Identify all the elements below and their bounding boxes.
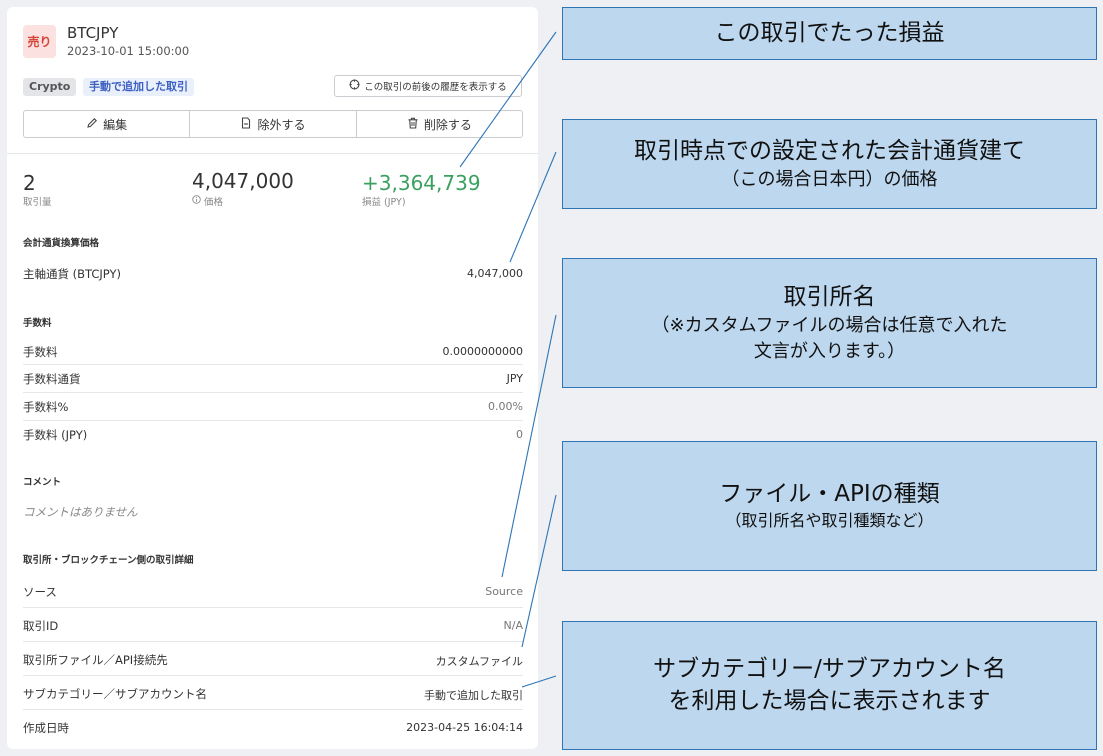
pencil-icon [86,117,98,132]
callout-profit: この取引でたった損益 [562,7,1097,60]
trash-icon [407,117,419,132]
divider [7,153,538,154]
callout-subcategory-line2: を利用した場合に表示されます [668,687,991,714]
callout-converted-price-line1: 取引時点での設定された会計通貨建て [634,137,1025,164]
row-divider [23,420,523,421]
history-icon [349,79,360,93]
edit-button[interactable]: 編集 [24,111,191,137]
quantity-label: 取引量 [23,197,52,208]
row-divider [23,607,523,608]
tag-crypto: Crypto [23,78,77,96]
row-label-subcategory: サブカテゴリー／サブアカウント名 [23,687,207,701]
trade-detail-panel: 売り BTCJPY 2023-10-01 15:00:00 Crypto 手動で… [7,7,538,749]
callout-exchange-name-line3: 文言が入ります。） [753,340,906,362]
row-label-fee-jpy: 手数料 (JPY) [23,428,88,442]
row-label-fee-percent: 手数料% [23,400,69,414]
row-value-fee-jpy: 0 [516,428,523,441]
section-title-exchange-details: 取引所・ブロックチェーン側の取引詳細 [23,555,194,566]
row-value-trade-id: N/A [503,619,523,632]
price-label: 価格 [204,197,224,208]
row-label-fee-currency: 手数料通貨 [23,372,81,386]
callout-subcategory: サブカテゴリー/サブアカウント名 を利用した場合に表示されます [562,621,1097,750]
delete-button[interactable]: 削除する [357,111,522,137]
exclude-label: 除外する [257,117,306,132]
callout-file-api-type-line2: （取引所名や取引種類など） [725,511,934,531]
row-label-fee: 手数料 [23,345,58,359]
callout-exchange-name: 取引所名 （※カスタムファイルの場合は任意で入れた 文言が入ります。） [562,258,1097,388]
info-icon[interactable] [192,195,201,207]
callout-converted-price: 取引時点での設定された会計通貨建て （この場合日本円）の価格 [562,119,1097,209]
callout-profit-text: この取引でたった損益 [714,19,945,46]
callout-converted-price-line2: （この場合日本円）の価格 [721,168,938,190]
profit-value: +3,364,739 [362,171,481,195]
row-divider [23,364,523,365]
show-history-label: この取引の前後の履歴を表示する [364,82,507,93]
callout-subcategory-line1: サブカテゴリー/サブアカウント名 [653,656,1006,683]
row-value-fee-currency: JPY [506,372,523,385]
callout-exchange-name-line1: 取引所名 [783,284,876,311]
callout-file-api-type-line1: ファイル・APIの種類 [719,481,940,508]
row-value-main-currency: 4,047,000 [467,267,523,280]
action-button-group: 編集 除外する 削除する [23,110,523,138]
row-label-exchange-file: 取引所ファイル／API接続先 [23,653,168,667]
row-value-exchange-file: カスタムファイル [435,655,523,668]
price-label-group: 価格 [192,194,223,208]
show-history-button[interactable]: この取引の前後の履歴を表示する [334,75,522,97]
section-title-comment: コメント [23,477,62,488]
row-value-source: Source [485,585,523,598]
comment-empty-text: コメントはありません [23,505,138,519]
section-title-fees: 手数料 [23,318,52,329]
trade-pair: BTCJPY [67,24,119,42]
row-divider [23,675,523,676]
row-label-trade-id: 取引ID [23,619,59,633]
row-value-fee-percent: 0.00% [488,400,523,413]
section-title-converted-price: 会計通貨換算価格 [23,238,100,249]
delete-label: 削除する [423,117,472,132]
row-label-created-at: 作成日時 [23,721,69,735]
tag-manual-added: 手動で追加した取引 [83,78,194,96]
row-label-source: ソース [23,585,57,599]
row-divider [23,709,523,710]
quantity-value: 2 [23,171,36,195]
row-label-main-currency: 主軸通貨 (BTCJPY) [23,267,121,281]
row-divider [23,392,523,393]
row-divider [23,641,523,642]
profit-label: 損益 (JPY) [362,197,406,208]
price-value: 4,047,000 [192,169,294,193]
exclude-button[interactable]: 除外する [190,111,357,137]
row-value-subcategory: 手動で追加した取引 [424,689,523,702]
file-minus-icon [240,116,252,132]
sell-badge: 売り [23,25,56,58]
row-value-created-at: 2023-04-25 16:04:14 [406,721,523,734]
callout-exchange-name-line2: （※カスタムファイルの場合は任意で入れた [651,315,1008,337]
trade-datetime: 2023-10-01 15:00:00 [67,44,190,58]
row-value-fee: 0.0000000000 [442,345,523,358]
callout-file-api-type: ファイル・APIの種類 （取引所名や取引種類など） [562,441,1097,571]
edit-label: 編集 [103,117,128,132]
